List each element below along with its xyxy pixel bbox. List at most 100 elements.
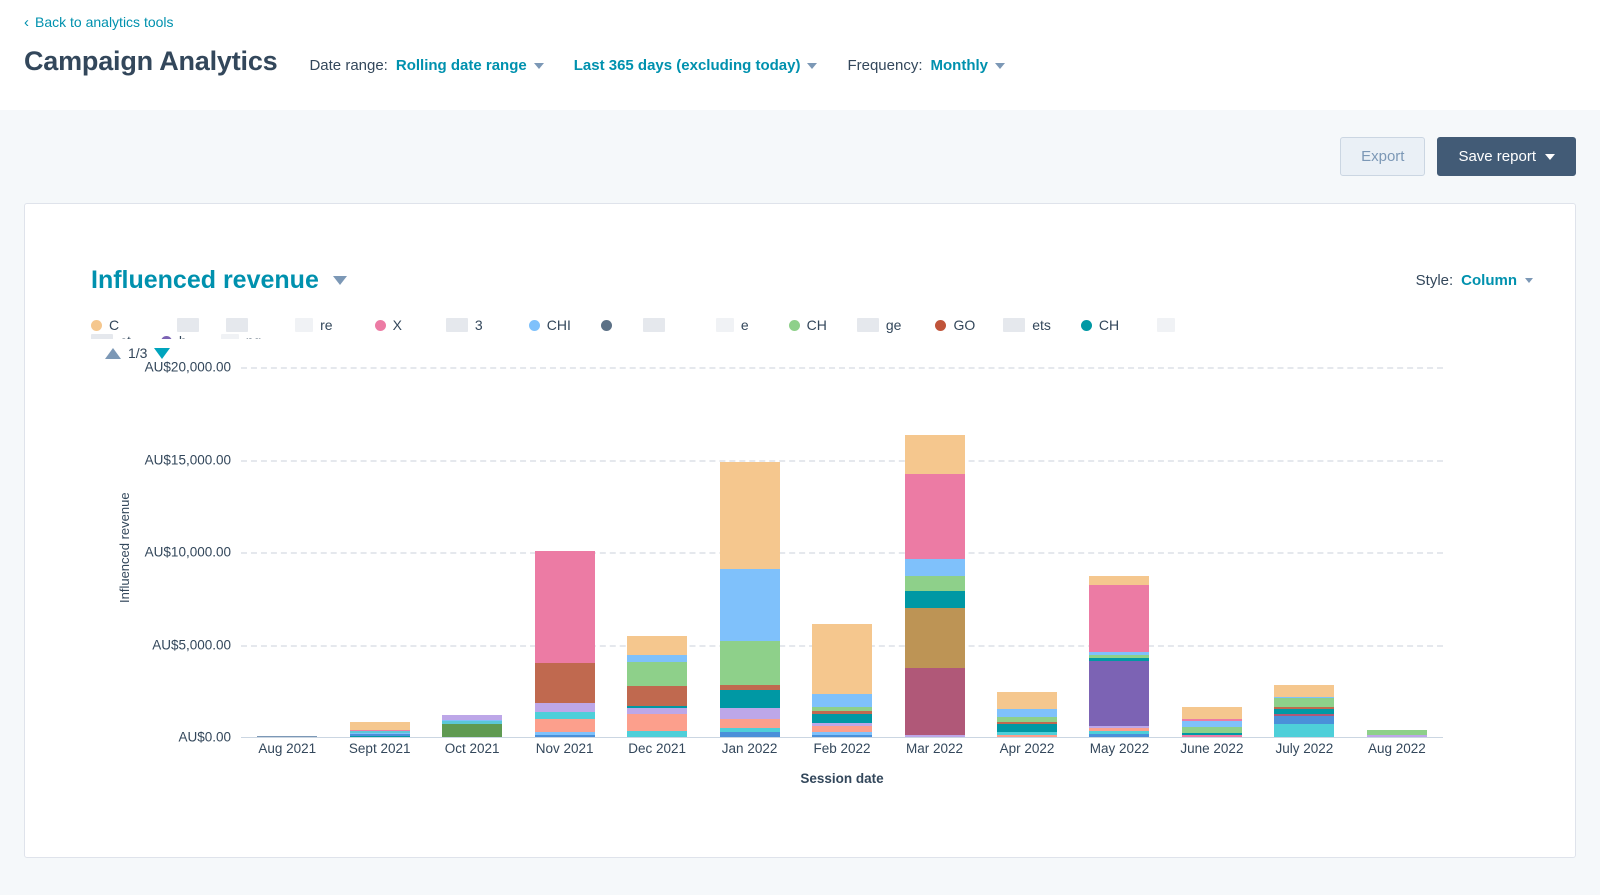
style-dropdown[interactable]: Column — [1461, 272, 1533, 289]
stacked-bar[interactable] — [442, 715, 502, 737]
bar-segment[interactable] — [1274, 698, 1334, 707]
bar-column[interactable] — [1073, 367, 1165, 737]
legend-item[interactable]: ng — [221, 333, 262, 339]
stacked-bar[interactable] — [350, 722, 410, 737]
legend-page-down-icon[interactable] — [154, 348, 170, 359]
bar-segment[interactable] — [1089, 576, 1149, 585]
legend-item[interactable] — [1157, 318, 1182, 332]
bar-column[interactable] — [981, 367, 1073, 737]
bar-segment[interactable] — [720, 732, 780, 737]
legend-item[interactable] — [643, 318, 672, 332]
bar-column[interactable] — [333, 367, 425, 737]
legend-item[interactable]: C — [91, 317, 119, 333]
legend-item[interactable]: X — [375, 317, 402, 333]
bar-segment[interactable] — [627, 731, 687, 737]
bar-segment[interactable] — [1274, 716, 1334, 724]
bar-segment[interactable] — [905, 474, 965, 559]
bar-column[interactable] — [518, 367, 610, 737]
date-range-dropdown[interactable]: Rolling date range — [396, 57, 544, 74]
bar-segment[interactable] — [1182, 735, 1242, 737]
bar-segment[interactable] — [1367, 735, 1427, 737]
legend-item[interactable]: 3 — [446, 317, 483, 333]
stacked-bar[interactable] — [997, 692, 1057, 737]
legend-item[interactable]: CH — [789, 317, 827, 333]
legend-item[interactable] — [226, 318, 255, 332]
stacked-bar[interactable] — [257, 736, 317, 738]
legend-item[interactable] — [177, 318, 206, 332]
bar-segment[interactable] — [905, 608, 965, 668]
bar-segment[interactable] — [720, 690, 780, 707]
bar-segment[interactable] — [1274, 724, 1334, 737]
stacked-bar[interactable] — [627, 636, 687, 737]
legend-item[interactable]: re — [295, 317, 332, 333]
bar-segment[interactable] — [1089, 585, 1149, 652]
bar-column[interactable] — [796, 367, 888, 737]
bar-segment[interactable] — [535, 735, 595, 737]
stacked-bar[interactable] — [812, 624, 872, 737]
bar-segment[interactable] — [257, 736, 317, 738]
bar-segment[interactable] — [1274, 685, 1334, 696]
stacked-bar[interactable] — [1367, 730, 1427, 737]
bar-segment[interactable] — [1182, 707, 1242, 718]
bar-segment[interactable] — [812, 624, 872, 693]
legend-item[interactable]: ge — [857, 317, 902, 333]
legend-item[interactable]: ets — [1003, 317, 1051, 333]
bar-segment[interactable] — [905, 668, 965, 735]
stacked-bar[interactable] — [535, 551, 595, 737]
bar-segment[interactable] — [535, 703, 595, 712]
legend-item[interactable]: e — [716, 317, 749, 333]
stacked-bar[interactable] — [720, 462, 780, 737]
bar-column[interactable] — [888, 367, 980, 737]
bar-column[interactable] — [426, 367, 518, 737]
bar-segment[interactable] — [627, 714, 687, 731]
bar-segment[interactable] — [720, 641, 780, 685]
bar-segment[interactable] — [997, 724, 1057, 732]
bar-segment[interactable] — [997, 692, 1057, 709]
bar-segment[interactable] — [905, 591, 965, 609]
bar-segment[interactable] — [535, 719, 595, 732]
export-button[interactable]: Export — [1340, 137, 1425, 176]
legend-item[interactable] — [601, 320, 619, 331]
bar-column[interactable] — [703, 367, 795, 737]
save-report-button[interactable]: Save report — [1437, 137, 1576, 176]
legend-item[interactable]: CHI — [529, 317, 571, 333]
frequency-dropdown[interactable]: Monthly — [931, 57, 1006, 74]
bar-segment[interactable] — [812, 694, 872, 707]
stacked-bar[interactable] — [1089, 576, 1149, 737]
legend-item[interactable]: ct — [91, 333, 131, 339]
back-to-analytics-tools-link[interactable]: ‹ Back to analytics tools — [24, 14, 174, 30]
bar-segment[interactable] — [720, 462, 780, 569]
date-preset-dropdown[interactable]: Last 365 days (excluding today) — [574, 57, 818, 74]
bar-segment[interactable] — [350, 722, 410, 730]
bar-segment[interactable] — [905, 559, 965, 576]
bar-segment[interactable] — [442, 724, 502, 737]
stacked-bar[interactable] — [905, 435, 965, 737]
bar-segment[interactable] — [997, 735, 1057, 737]
bar-segment[interactable] — [627, 655, 687, 662]
bar-segment[interactable] — [535, 712, 595, 720]
bar-segment[interactable] — [350, 736, 410, 738]
bar-column[interactable] — [241, 367, 333, 737]
stacked-bar[interactable] — [1274, 685, 1334, 737]
bar-segment[interactable] — [997, 709, 1057, 717]
bar-segment[interactable] — [720, 569, 780, 641]
bar-segment[interactable] — [720, 708, 780, 719]
legend-page-up-icon[interactable] — [105, 348, 121, 359]
legend-item[interactable]: GO — [935, 317, 975, 333]
bar-segment[interactable] — [905, 435, 965, 474]
bar-segment[interactable] — [627, 686, 687, 706]
bar-segment[interactable] — [812, 735, 872, 737]
bar-segment[interactable] — [535, 663, 595, 704]
bar-column[interactable] — [1351, 367, 1443, 737]
legend-item[interactable]: h — [161, 333, 187, 339]
bar-segment[interactable] — [905, 576, 965, 591]
bar-segment[interactable] — [627, 636, 687, 655]
bar-segment[interactable] — [812, 714, 872, 723]
bar-segment[interactable] — [1089, 661, 1149, 726]
bar-column[interactable] — [1258, 367, 1350, 737]
legend-item[interactable]: CH — [1081, 317, 1119, 333]
stacked-bar[interactable] — [1182, 707, 1242, 737]
bar-segment[interactable] — [627, 662, 687, 685]
bar-segment[interactable] — [720, 719, 780, 728]
bar-segment[interactable] — [1089, 734, 1149, 737]
